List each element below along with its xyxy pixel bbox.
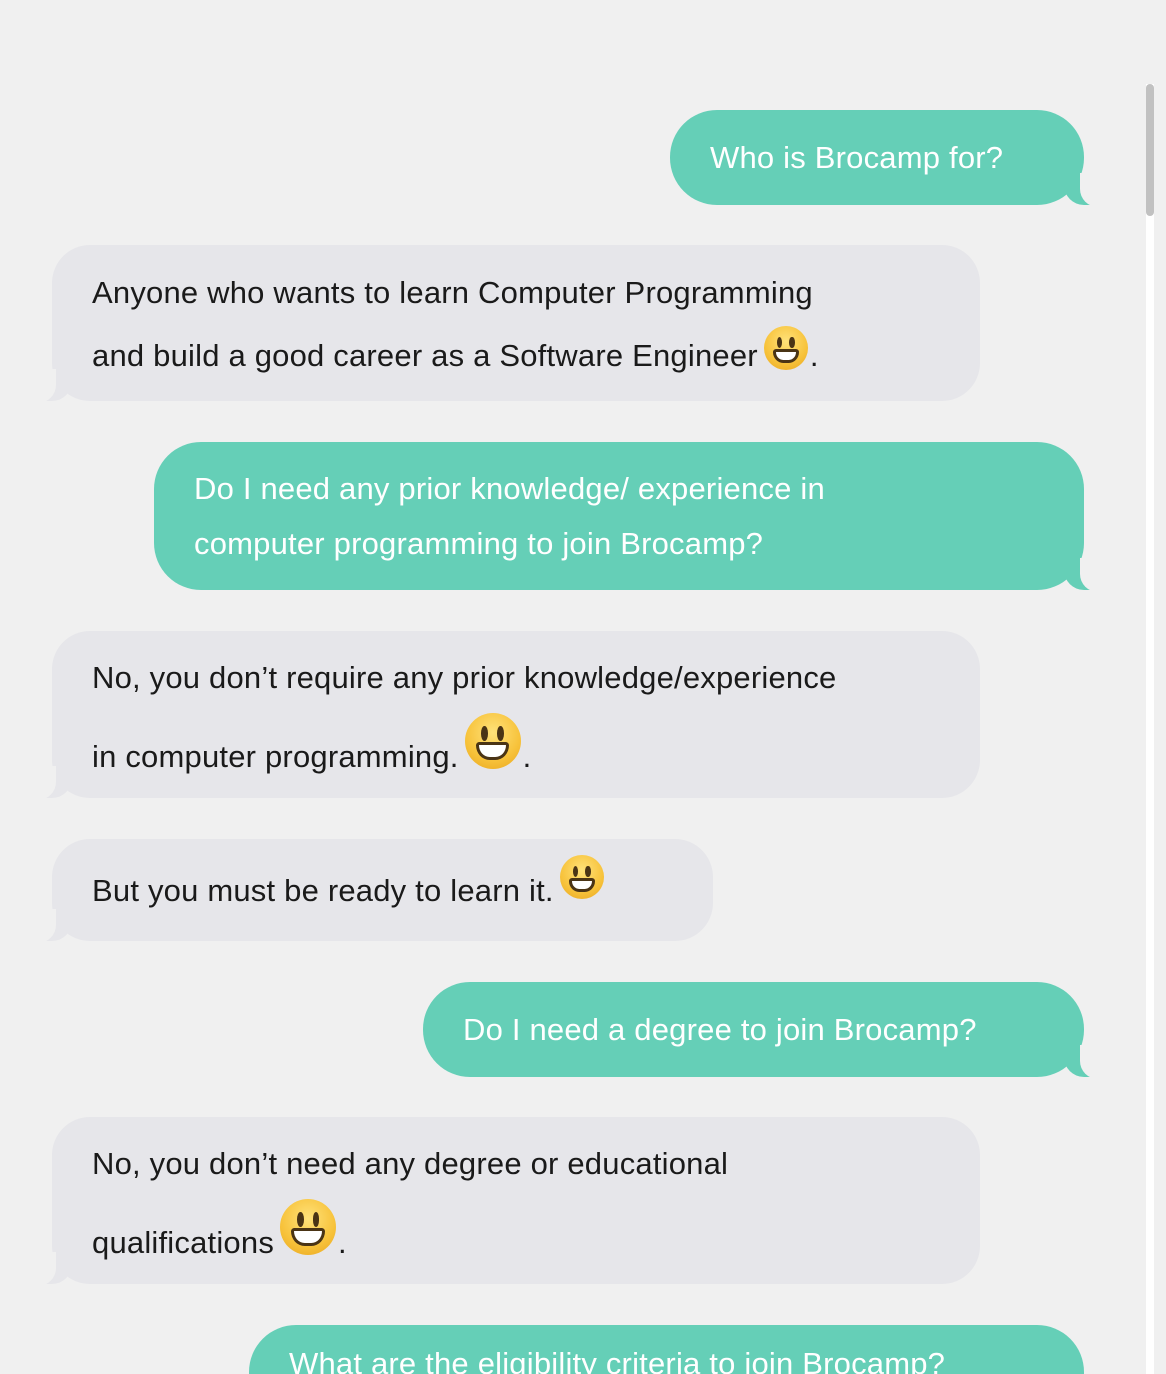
- bubble-tail: [34, 909, 72, 943]
- message-text: computer programming to join Brocamp?: [194, 526, 764, 561]
- bot-message: But you must be ready to learn it.: [34, 839, 713, 943]
- message-text: Anyone who wants to learn Computer Progr…: [92, 275, 813, 310]
- bot-message: Anyone who wants to learn Computer Progr…: [34, 245, 980, 403]
- grinning-face-emoji: [763, 326, 808, 370]
- message-text: Do I need any prior knowledge/ experienc…: [194, 471, 825, 506]
- bubble-tail: [34, 1252, 72, 1286]
- scrollbar-track[interactable]: [1146, 84, 1154, 1374]
- message-text: Do I need a degree to join Brocamp?: [463, 1012, 977, 1047]
- message-text: No, you don’t require any prior knowledg…: [92, 660, 837, 695]
- bubble-tail: [34, 766, 72, 800]
- message-text: No, you don’t need any degree or educati…: [92, 1146, 729, 1181]
- bot-message: No, you don’t need any degree or educati…: [34, 1117, 980, 1286]
- user-message: Do I need a degree to join Brocamp?: [423, 982, 1102, 1079]
- message-text: What are the eligibility criteria to joi…: [289, 1346, 946, 1374]
- message-text: Who is Brocamp for?: [710, 140, 1004, 175]
- message-text-line: But you must be ready to learn it.: [92, 839, 673, 943]
- grinning-face-emoji: [464, 713, 521, 769]
- bubble-tail: [1064, 1045, 1102, 1079]
- bubble-tail: [1064, 173, 1102, 207]
- bot-message: No, you don’t require any prior knowledg…: [34, 631, 980, 800]
- message-text-line: in computer programming..: [92, 713, 940, 792]
- grinning-face-emoji: [280, 1199, 337, 1255]
- user-message: Who is Brocamp for?: [670, 110, 1102, 207]
- user-message: Do I need any prior knowledge/ experienc…: [154, 442, 1102, 592]
- bubble-tail: [1064, 558, 1102, 592]
- message-text-line: qualifications.: [92, 1199, 940, 1278]
- grinning-face-emoji: [559, 855, 604, 899]
- user-message: What are the eligibility criteria to joi…: [249, 1325, 1084, 1374]
- message-text-line: and build a good career as a Software En…: [92, 324, 940, 387]
- bubble-tail: [34, 369, 72, 403]
- chat-thread[interactable]: Who is Brocamp for? Anyone who wants to …: [0, 0, 1144, 1374]
- scrollbar-thumb[interactable]: [1146, 84, 1154, 216]
